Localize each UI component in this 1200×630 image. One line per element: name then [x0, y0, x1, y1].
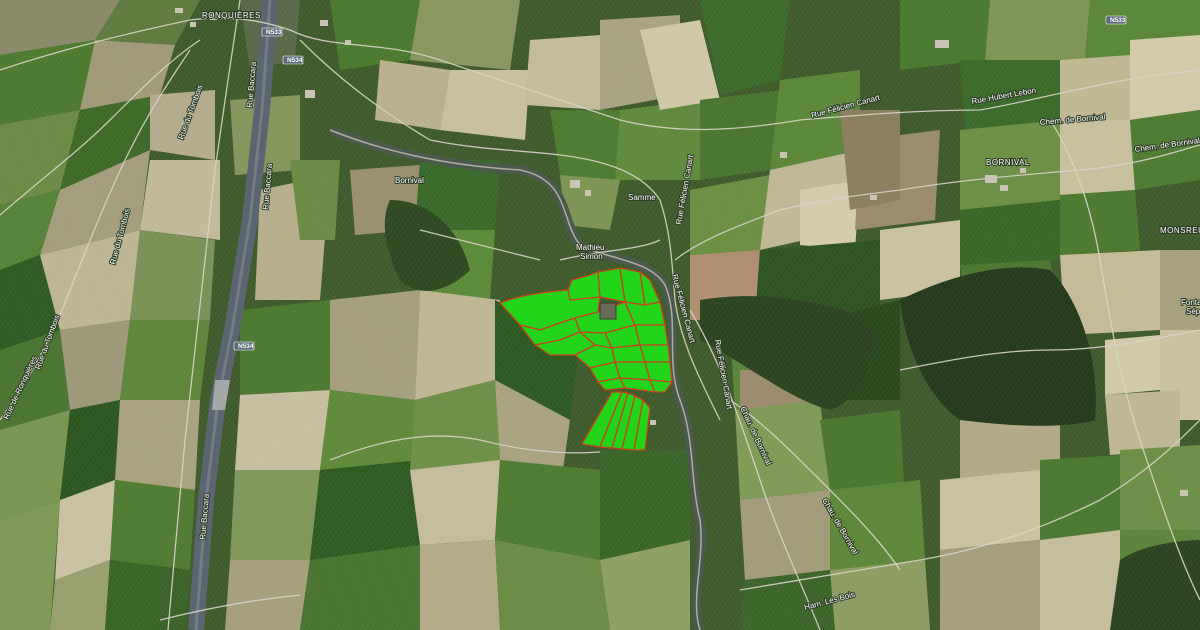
parcel — [634, 324, 669, 346]
road-shield-n534-a: N534 — [282, 55, 304, 65]
place-label-mathieu: Mathieu — [576, 243, 604, 252]
parcel — [639, 344, 671, 363]
svg-text:N533: N533 — [1110, 17, 1126, 24]
parcel — [614, 361, 651, 381]
place-label-bornival: BORNIVAL — [986, 158, 1030, 167]
svg-text:N534: N534 — [287, 57, 303, 64]
place-label-monstreux: MONSREUX — [1160, 226, 1200, 235]
place-label-bornival-hamlet: Bornival — [395, 176, 424, 185]
place-label-fonts: Fonta — [1181, 298, 1200, 307]
road-shield-n533-b: N533 — [1105, 15, 1127, 25]
svg-text:N533: N533 — [266, 29, 282, 36]
parcel — [611, 344, 646, 363]
satellite-map[interactable]: N533 N534 N534 N533 RONQUIÈRES BORNIVAL … — [0, 0, 1200, 630]
place-label-simon: Simon — [580, 252, 603, 261]
place-label-sep: Sép — [1186, 307, 1200, 316]
place-label-samme: Samme — [628, 193, 656, 202]
castle-building — [599, 302, 617, 320]
road-shield-n533-a: N533 — [261, 27, 283, 37]
map-canvas[interactable]: N533 N534 N534 N533 RONQUIÈRES BORNIVAL … — [0, 0, 1200, 630]
place-label-ronquieres: RONQUIÈRES — [202, 11, 261, 20]
parcel — [644, 361, 673, 383]
svg-text:N534: N534 — [238, 343, 254, 350]
road-shield-n534-b: N534 — [233, 341, 255, 351]
